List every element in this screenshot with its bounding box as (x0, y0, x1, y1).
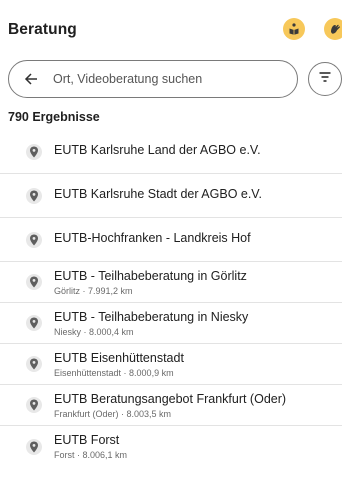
easy-language-icon (287, 22, 301, 36)
list-item[interactable]: EUTB - Teilhabeberatung in Niesky Niesky… (0, 303, 342, 344)
location-pin-icon (26, 231, 42, 248)
list-item[interactable]: EUTB-Hochfranken - Landkreis Hof (0, 218, 342, 262)
location-pin-icon (26, 397, 42, 413)
easy-language-button[interactable] (283, 18, 305, 40)
location-pin-icon (26, 315, 42, 331)
list-item-detail: Niesky · 8.000,4 km (54, 327, 134, 337)
list-item-title: EUTB-Hochfranken - Landkreis Hof (54, 231, 251, 245)
location-pin-icon (26, 356, 42, 372)
list-item-detail: Görlitz · 7.991,2 km (54, 286, 133, 296)
results-list: EUTB Karlsruhe Land der AGBO e.V. EUTB K… (0, 130, 342, 467)
app-header: Beratung (0, 0, 342, 54)
sign-language-icon (328, 22, 342, 36)
list-item-title: EUTB Karlsruhe Land der AGBO e.V. (54, 143, 261, 157)
search-bar[interactable] (8, 60, 298, 98)
page-title: Beratung (8, 21, 77, 38)
list-item[interactable]: EUTB - Teilhabeberatung in Görlitz Görli… (0, 262, 342, 303)
result-count: 790 Ergebnisse (8, 110, 100, 124)
list-item[interactable]: EUTB Karlsruhe Stadt der AGBO e.V. (0, 174, 342, 218)
list-item-detail: Eisenhüttenstadt · 8.000,9 km (54, 368, 174, 378)
location-pin-icon (26, 274, 42, 290)
list-item-detail: Frankfurt (Oder) · 8.003,5 km (54, 409, 172, 419)
list-item-title: EUTB Eisenhüttenstadt (54, 351, 184, 365)
list-item-detail: Forst · 8.006,1 km (54, 450, 128, 460)
filter-button[interactable] (308, 62, 342, 96)
location-pin-icon (26, 143, 42, 160)
list-item[interactable]: EUTB Karlsruhe Land der AGBO e.V. (0, 130, 342, 174)
list-item-title: EUTB Beratungsangebot Frankfurt (Oder) (54, 392, 287, 406)
search-input[interactable] (51, 71, 285, 87)
location-pin-icon (26, 438, 42, 455)
list-item-title: EUTB Karlsruhe Stadt der AGBO e.V. (54, 187, 262, 201)
list-item[interactable]: EUTB Forst Forst · 8.006,1 km (0, 426, 342, 467)
list-item[interactable]: EUTB Beratungsangebot Frankfurt (Oder) F… (0, 385, 342, 426)
filter-icon (318, 70, 332, 88)
arrow-left-icon[interactable] (23, 71, 39, 87)
list-item[interactable]: EUTB Eisenhüttenstadt Eisenhüttenstadt ·… (0, 344, 342, 385)
screen: Beratung Ort, Videoberatung suchen 790 E… (0, 0, 342, 481)
location-pin-icon (26, 187, 42, 204)
list-item-title: EUTB Forst (54, 433, 120, 447)
list-item-title: EUTB - Teilhabeberatung in Görlitz (54, 269, 247, 283)
sign-language-button[interactable] (324, 18, 342, 40)
list-item-title: EUTB - Teilhabeberatung in Niesky (54, 310, 249, 324)
